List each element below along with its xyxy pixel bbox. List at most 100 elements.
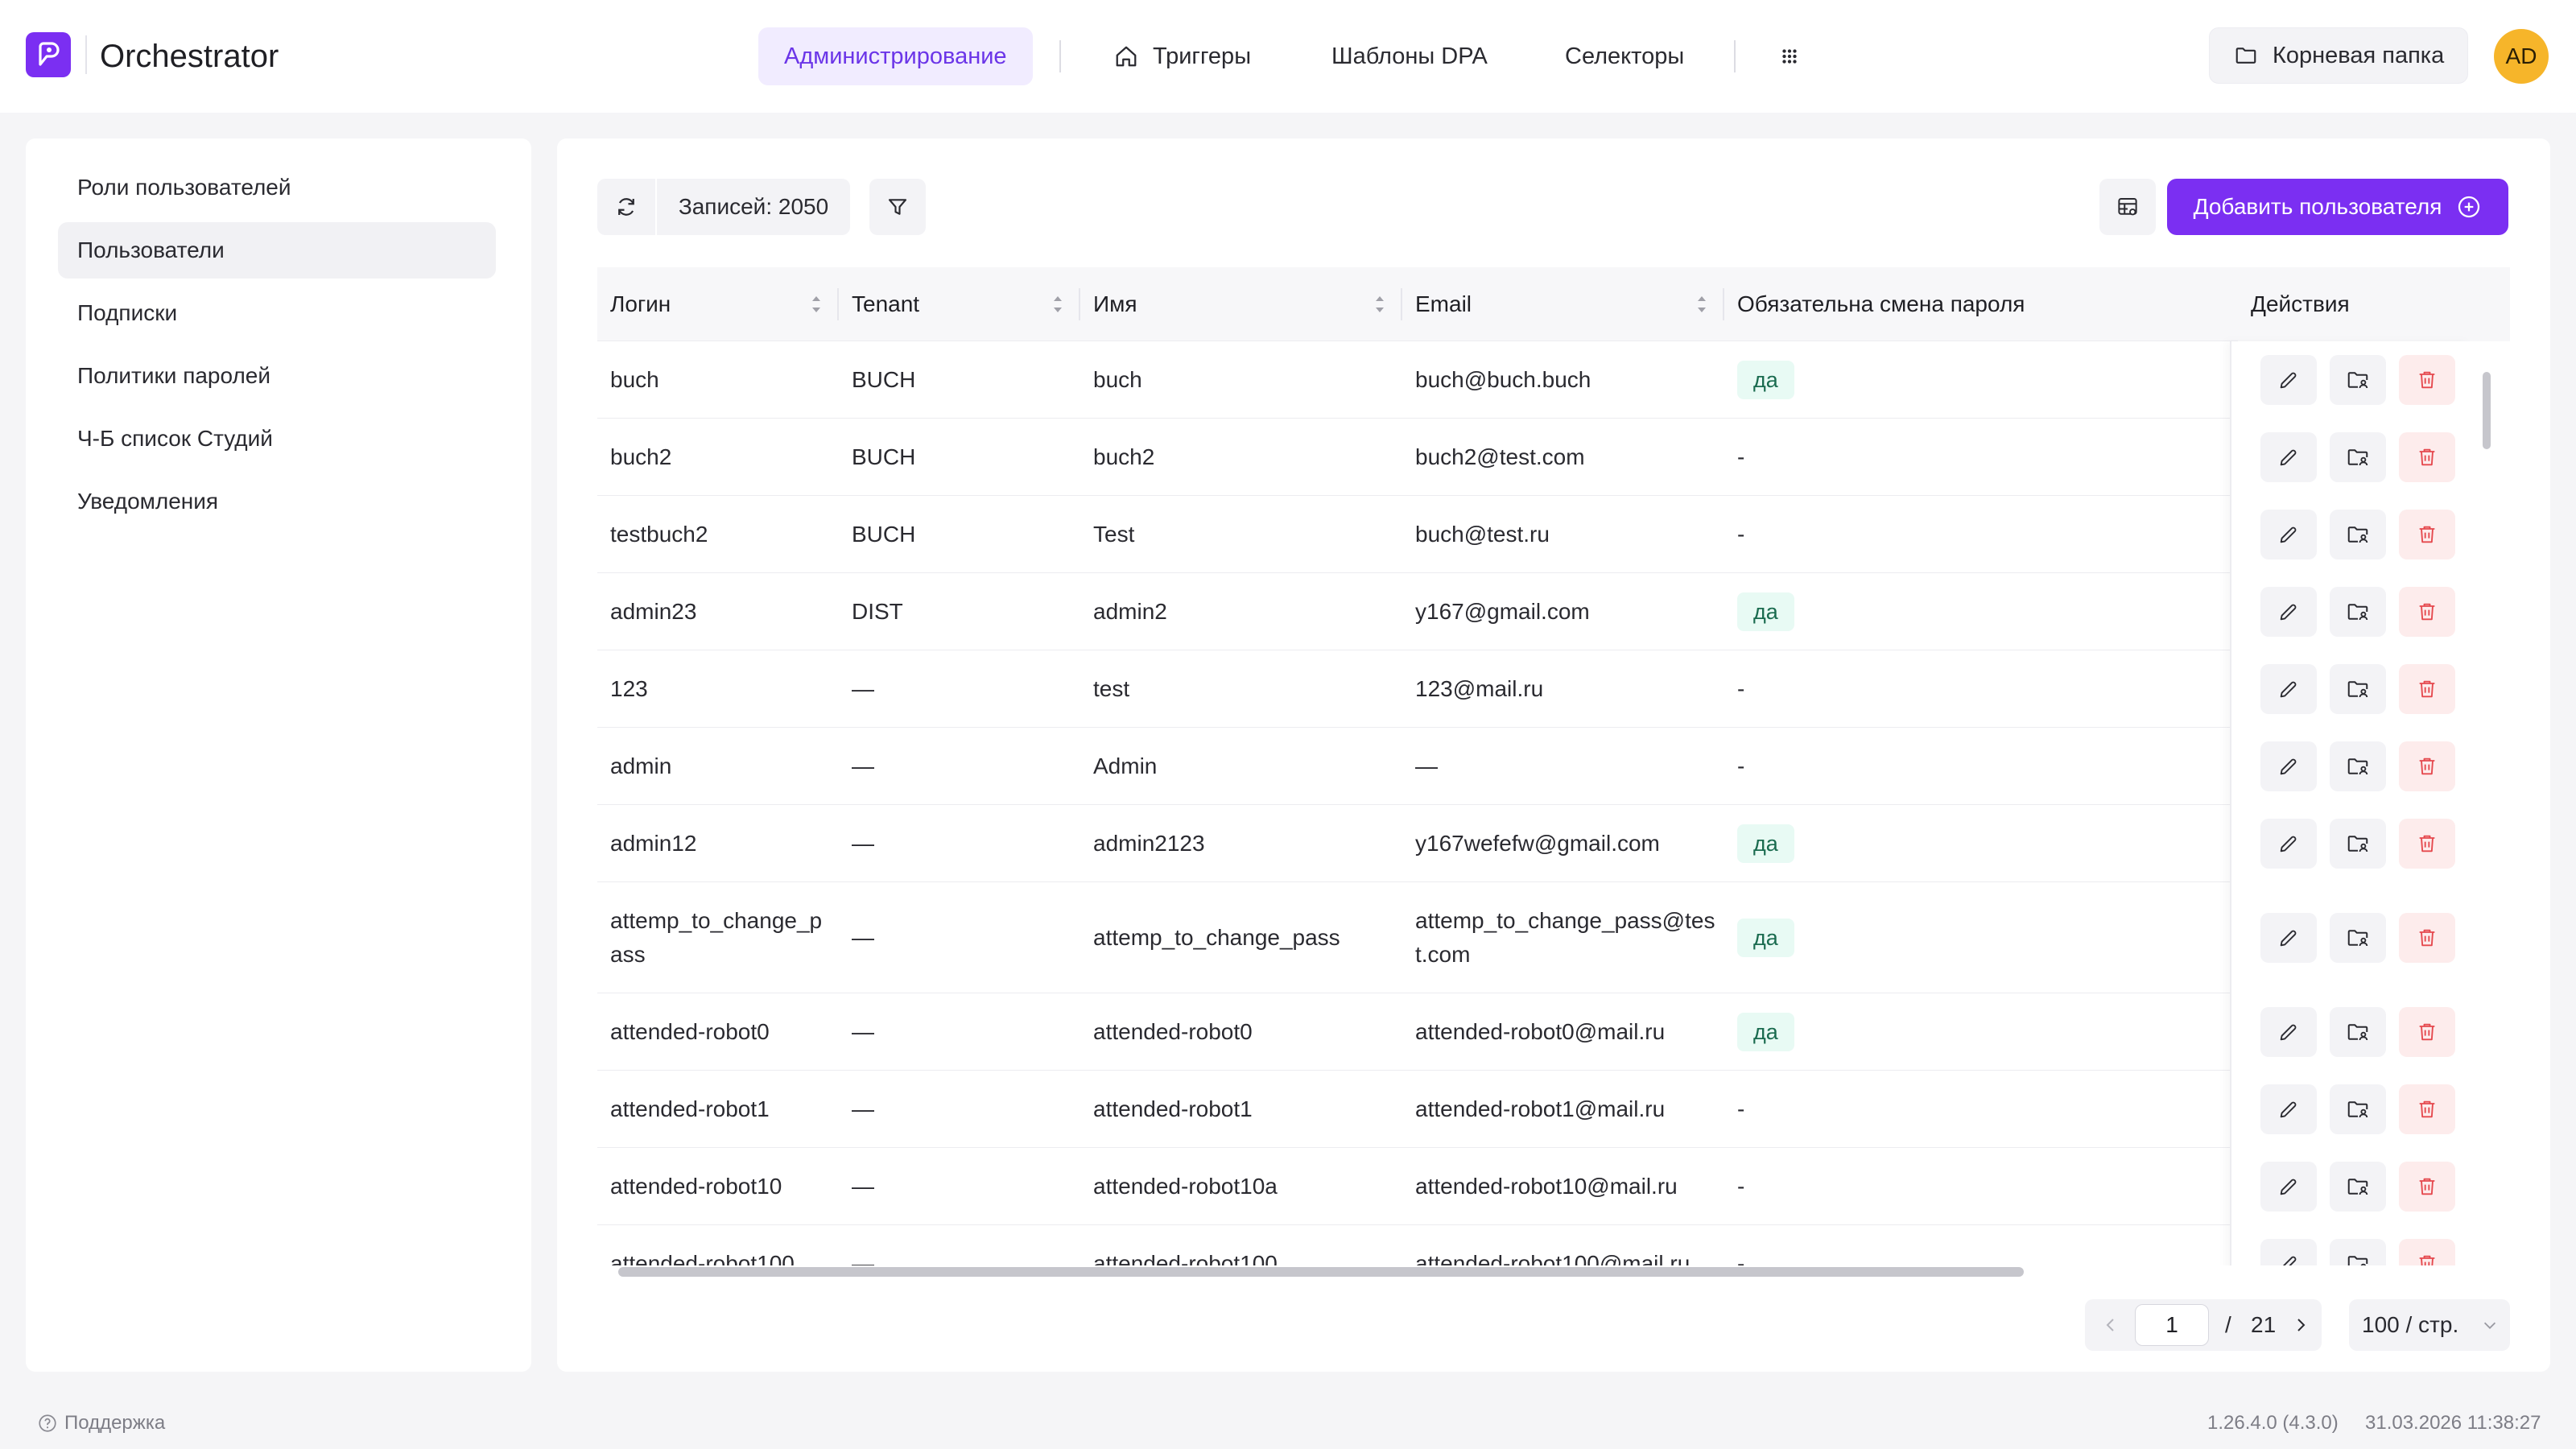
column-header-login[interactable]: Логин — [597, 267, 671, 341]
cell-password-change: да — [1724, 1013, 1794, 1051]
delete-button[interactable] — [2399, 1007, 2455, 1057]
prev-page-icon[interactable] — [2101, 1315, 2120, 1335]
column-settings-button[interactable] — [2099, 179, 2156, 235]
sort-icon[interactable] — [810, 291, 823, 317]
delete-button[interactable] — [2399, 1084, 2455, 1134]
delete-button[interactable] — [2399, 510, 2455, 559]
cell-name-text: buch2 — [1093, 444, 1155, 469]
pencil-icon — [2280, 758, 2297, 775]
table-row[interactable]: buch BUCH buch buch@buch.buch да — [597, 341, 2471, 419]
edit-button[interactable] — [2260, 1162, 2317, 1212]
sidebar-item-subscriptions[interactable]: Подписки — [58, 285, 496, 341]
table-row[interactable]: attended-robot100 — attended-robot100 atten… — [597, 1225, 2471, 1265]
delete-button[interactable] — [2399, 432, 2455, 482]
nav-dpa-templates[interactable]: Шаблоны DPA — [1306, 27, 1513, 85]
folders-button[interactable] — [2330, 432, 2386, 482]
delete-button[interactable] — [2399, 355, 2455, 405]
table-row[interactable]: attended-robot0 — attended-robot0 attended-… — [597, 993, 2471, 1071]
cell-login: testbuch2 — [597, 518, 708, 551]
edit-button[interactable] — [2260, 819, 2317, 869]
sort-icon[interactable] — [1695, 291, 1708, 317]
sidebar-item-user-roles[interactable]: Роли пользователей — [58, 159, 496, 216]
folders-button[interactable] — [2330, 510, 2386, 559]
page-size-select[interactable]: 100 / стр. — [2349, 1299, 2510, 1351]
folders-button[interactable] — [2330, 664, 2386, 714]
column-header-name[interactable]: Имя — [1080, 267, 1137, 341]
folder-user-icon — [2347, 1256, 2368, 1265]
sidebar-item-studio-blacklist[interactable]: Ч-Б список Студий — [58, 411, 496, 467]
delete-button[interactable] — [2399, 819, 2455, 869]
table-row[interactable]: admin23 DIST admin2 y167@gmail.com да — [597, 573, 2471, 650]
table-row[interactable]: attemp_to_change_p ass — attemp_to_change_p… — [597, 882, 2471, 993]
delete-button[interactable] — [2399, 1162, 2455, 1212]
cell-email-text: buch@buch.buch — [1415, 367, 1591, 392]
refresh-button[interactable] — [597, 179, 655, 235]
cell-email-text: 123@mail.ru — [1415, 676, 1544, 701]
table-row[interactable]: 123 — test 123@mail.ru - — [597, 650, 2471, 728]
root-folder-button[interactable]: Корневая папка — [2209, 27, 2468, 84]
support-link[interactable]: Поддержка — [37, 1412, 165, 1435]
delete-button[interactable] — [2399, 1239, 2455, 1265]
sort-icon[interactable] — [1373, 291, 1386, 317]
horizontal-scrollbar[interactable] — [618, 1267, 2024, 1277]
cell-name: Test — [1080, 518, 1134, 551]
delete-button[interactable] — [2399, 913, 2455, 963]
folders-button[interactable] — [2330, 1162, 2386, 1212]
add-user-button[interactable]: Добавить пользователя — [2167, 179, 2508, 235]
actions-column — [2230, 341, 2471, 1265]
table-row[interactable]: admin12 — admin2123 y167wefefw@gmail.com да — [597, 805, 2471, 882]
delete-button[interactable] — [2399, 741, 2455, 791]
edit-button[interactable] — [2260, 741, 2317, 791]
column-header-email[interactable]: Email — [1402, 267, 1472, 341]
vertical-scrollbar[interactable] — [2483, 372, 2491, 449]
cell-tenant: — — [839, 749, 874, 783]
edit-button[interactable] — [2260, 355, 2317, 405]
cell-tenant: — — [839, 1247, 874, 1265]
table-row[interactable]: admin — Admin — - — [597, 728, 2471, 805]
trash-icon — [2419, 1255, 2435, 1265]
column-header-tenant[interactable]: Tenant — [839, 267, 919, 341]
edit-button[interactable] — [2260, 587, 2317, 637]
page-separator: / — [2225, 1312, 2231, 1337]
edit-button[interactable] — [2260, 510, 2317, 559]
edit-button[interactable] — [2260, 1007, 2317, 1057]
cell-login: attemp_to_change_p ass — [597, 904, 822, 972]
edit-button[interactable] — [2260, 432, 2317, 482]
delete-button[interactable] — [2399, 664, 2455, 714]
delete-button[interactable] — [2399, 587, 2455, 637]
table-row[interactable]: attended-robot10 — attended-robot10a attend… — [597, 1148, 2471, 1225]
table-row[interactable]: testbuch2 BUCH Test buch@test.ru - — [597, 496, 2471, 573]
column-header-password-change[interactable]: Обязательна смена пароля — [1724, 267, 2025, 341]
folder-user-icon — [2347, 1179, 2368, 1195]
pencil-icon — [2280, 526, 2297, 543]
edit-button[interactable] — [2260, 913, 2317, 963]
folders-button[interactable] — [2330, 741, 2386, 791]
avatar[interactable]: AD — [2494, 29, 2549, 84]
nav-administration[interactable]: Администрирование — [758, 27, 1033, 85]
cell-email-text: attended-robot10@mail.ru — [1415, 1174, 1678, 1199]
nav-triggers[interactable]: Триггеры — [1088, 27, 1277, 85]
folders-button[interactable] — [2330, 355, 2386, 405]
apps-menu-button[interactable] — [1768, 27, 1811, 85]
next-page-icon[interactable] — [2291, 1315, 2310, 1335]
folders-button[interactable] — [2330, 913, 2386, 963]
sidebar-item-users[interactable]: Пользователи — [58, 222, 496, 279]
folders-button[interactable] — [2330, 587, 2386, 637]
edit-button[interactable] — [2260, 1239, 2317, 1265]
folders-button[interactable] — [2330, 1239, 2386, 1265]
nav-divider — [1734, 40, 1736, 72]
filter-button[interactable] — [869, 179, 926, 235]
folders-button[interactable] — [2330, 1084, 2386, 1134]
sort-icon[interactable] — [1051, 291, 1064, 317]
folders-button[interactable] — [2330, 1007, 2386, 1057]
edit-button[interactable] — [2260, 1084, 2317, 1134]
sidebar-item-password-policies[interactable]: Политики паролей — [58, 348, 496, 404]
nav-selectors[interactable]: Селекторы — [1539, 27, 1710, 85]
folders-button[interactable] — [2330, 819, 2386, 869]
page-number-input[interactable]: 1 — [2135, 1304, 2209, 1346]
edit-button[interactable] — [2260, 664, 2317, 714]
cell-password-change-text: - — [1737, 1251, 1745, 1265]
table-row[interactable]: buch2 BUCH buch2 buch2@test.com - — [597, 419, 2471, 496]
table-row[interactable]: attended-robot1 — attended-robot1 attended-… — [597, 1071, 2471, 1148]
sidebar-item-notifications[interactable]: Уведомления — [58, 473, 496, 530]
